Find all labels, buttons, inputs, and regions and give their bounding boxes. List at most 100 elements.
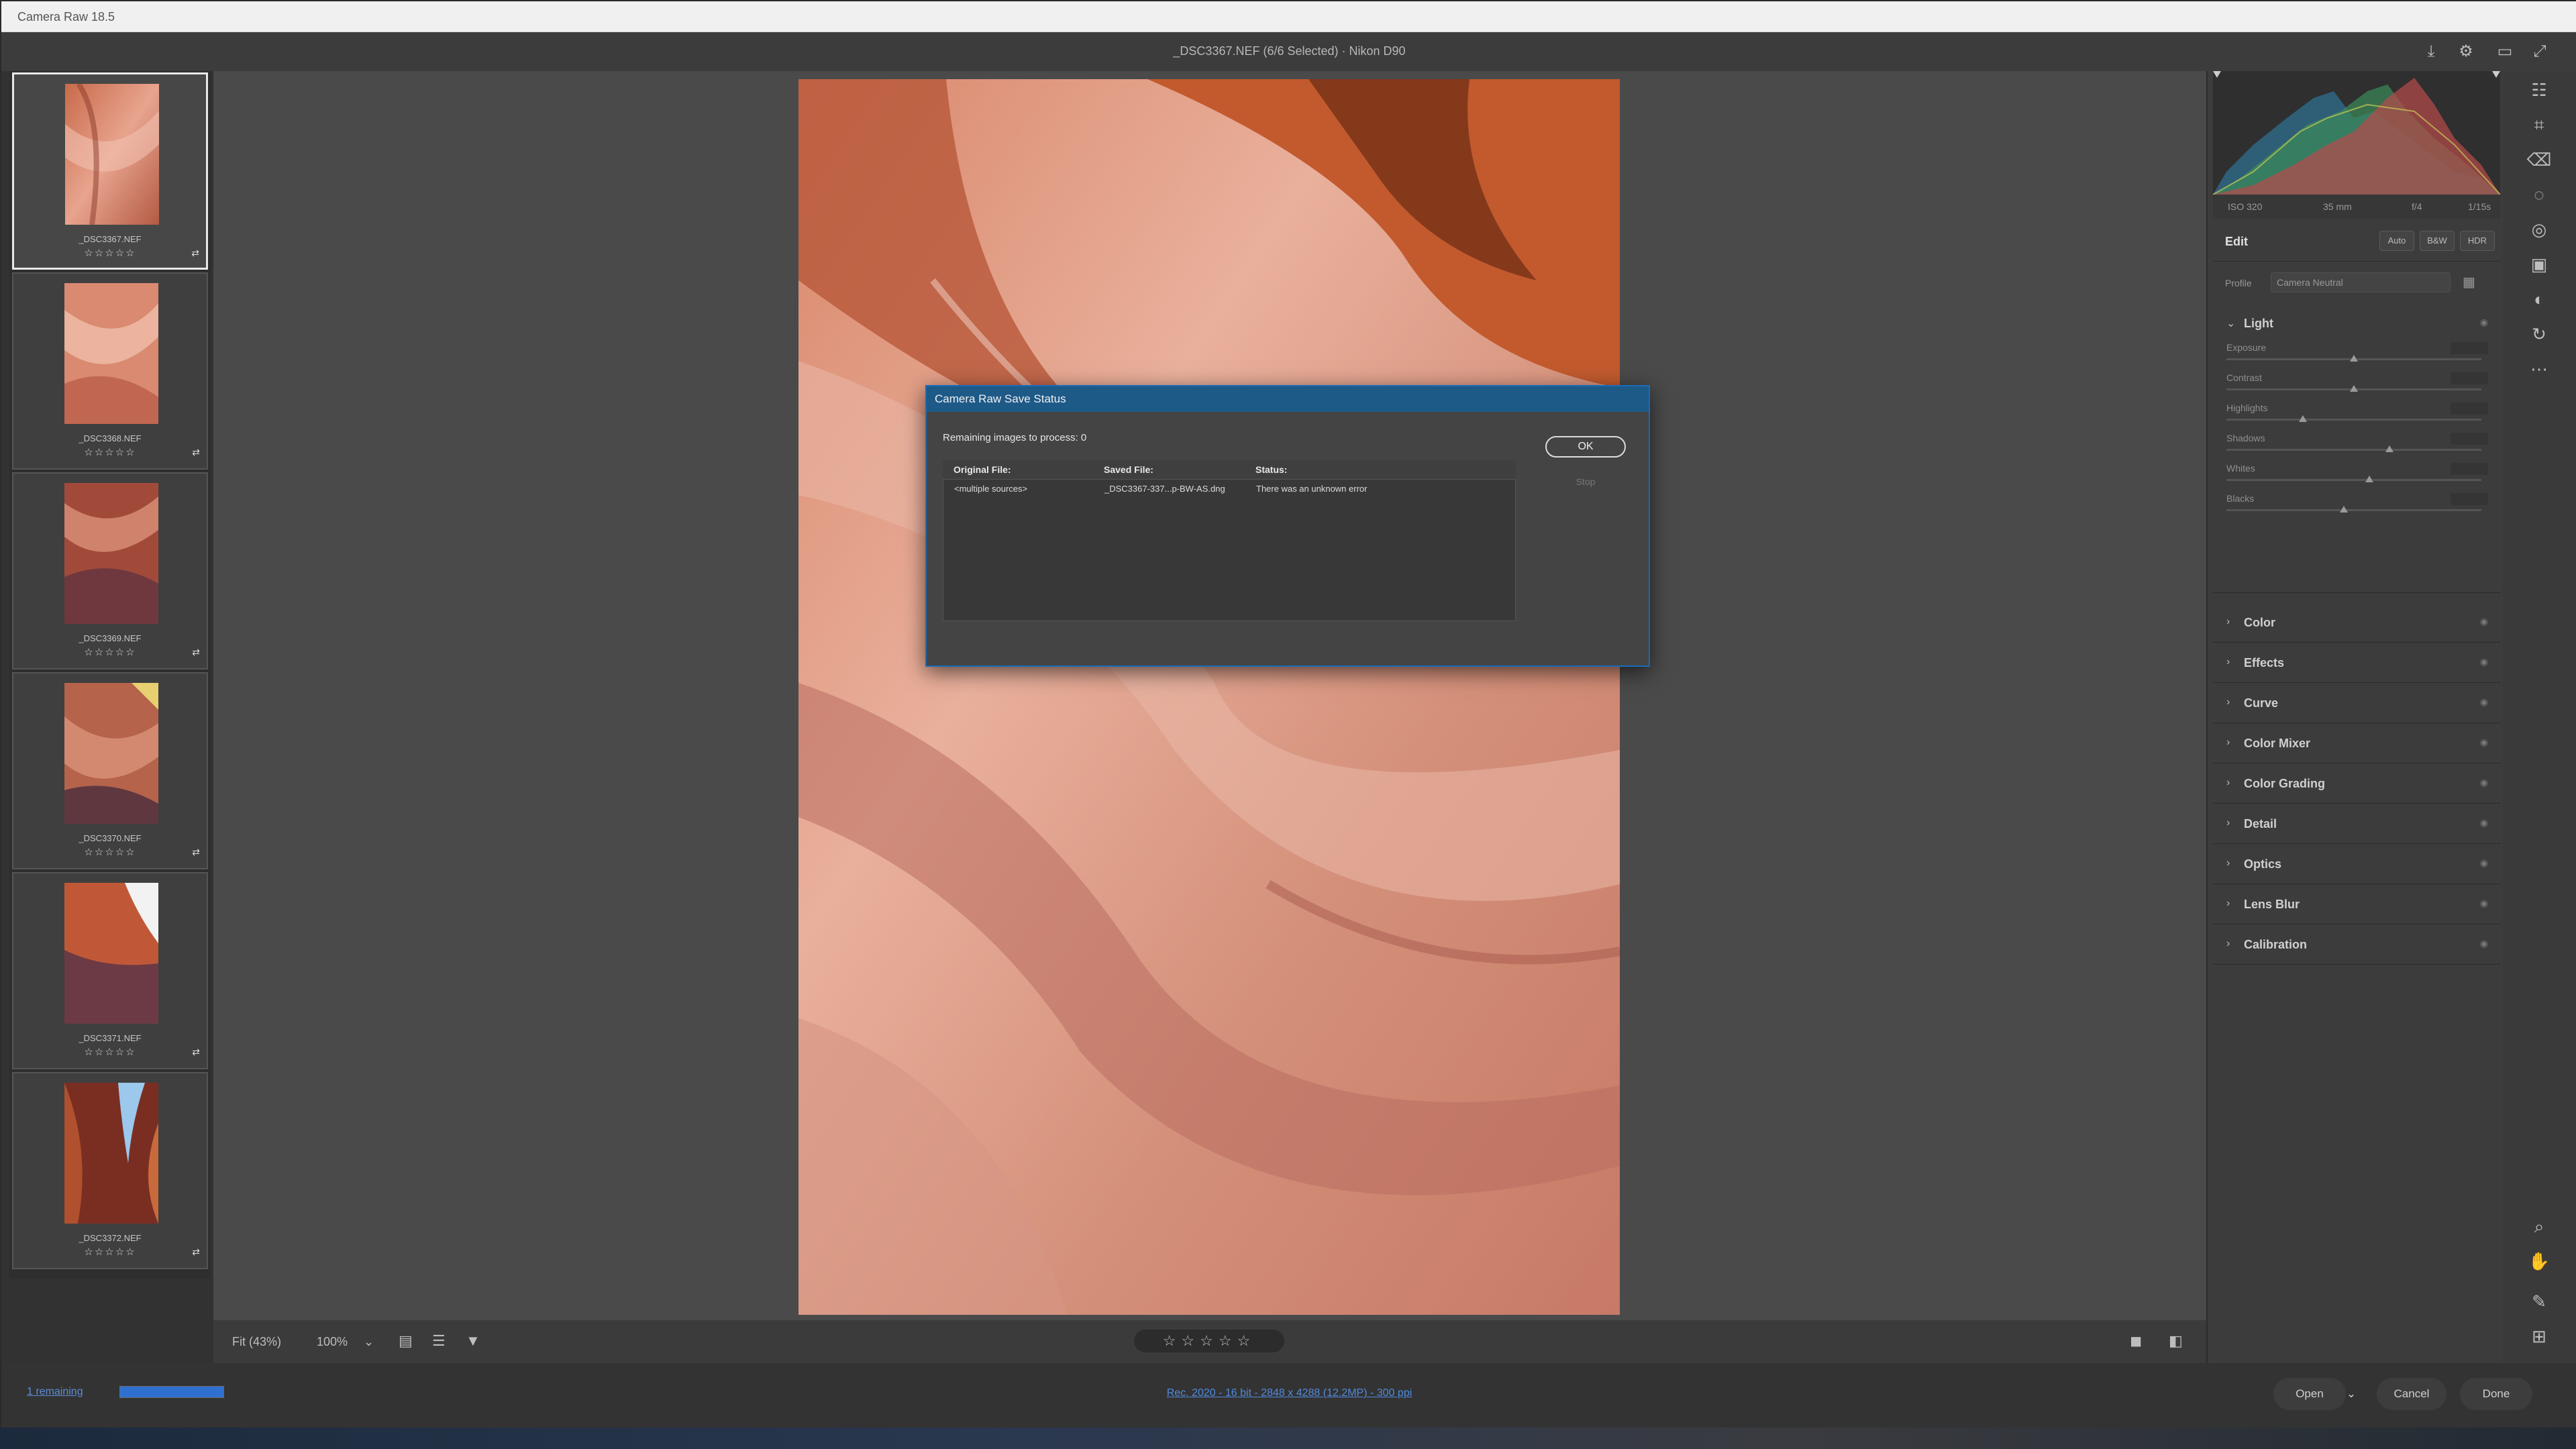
- filmstrip-thumb[interactable]: _DSC3370.NEF ☆☆☆☆☆ ⇄: [12, 672, 208, 869]
- slider-value-field[interactable]: [2451, 372, 2488, 384]
- section-label[interactable]: Optics: [2244, 857, 2281, 871]
- ok-button[interactable]: OK: [1545, 436, 1626, 458]
- section-color-mixer[interactable]: › Color Mixer ◉: [2213, 723, 2500, 763]
- zoom-100-button[interactable]: 100%: [317, 1335, 348, 1349]
- more-icon[interactable]: ⋯: [2524, 354, 2554, 384]
- redeye-icon[interactable]: ◎: [2524, 215, 2554, 244]
- section-label[interactable]: Color Mixer: [2244, 737, 2310, 751]
- slider-track[interactable]: [2226, 509, 2481, 511]
- slider-knob[interactable]: [2385, 445, 2394, 452]
- slider-knob[interactable]: [2350, 355, 2358, 362]
- open-button[interactable]: Open: [2273, 1378, 2346, 1410]
- stop-button[interactable]: Stop: [1545, 471, 1626, 492]
- slider-value-field[interactable]: [2451, 342, 2488, 354]
- profile-browser-icon[interactable]: ▦: [2463, 274, 2475, 290]
- mask-icon[interactable]: ◌: [2524, 180, 2554, 209]
- visibility-icon[interactable]: ◉: [2480, 616, 2488, 627]
- chevron-right-icon[interactable]: ›: [2226, 777, 2230, 789]
- chevron-right-icon[interactable]: ›: [2226, 857, 2230, 869]
- snapshot-icon[interactable]: ◐: [2524, 284, 2554, 314]
- chevron-down-icon[interactable]: ⌄: [2343, 1378, 2359, 1410]
- cancel-button[interactable]: Cancel: [2377, 1378, 2446, 1410]
- slider-track[interactable]: [2226, 479, 2481, 481]
- main-photo[interactable]: [798, 79, 1620, 1315]
- visibility-icon[interactable]: ◉: [2480, 696, 2488, 708]
- section-curve[interactable]: › Curve ◉: [2213, 683, 2500, 723]
- fullscreen-icon[interactable]: ⤢: [2528, 40, 2551, 63]
- rating-stars[interactable]: ☆☆☆☆☆: [1134, 1330, 1284, 1352]
- section-label[interactable]: Color: [2244, 616, 2275, 630]
- section-color[interactable]: › Color ◉: [2213, 602, 2500, 643]
- visibility-icon[interactable]: ◉: [2480, 857, 2488, 869]
- chevron-right-icon[interactable]: ›: [2226, 737, 2230, 749]
- visibility-icon[interactable]: ◉: [2480, 737, 2488, 748]
- slider-highlights[interactable]: Highlights: [2226, 402, 2488, 433]
- section-calibration[interactable]: › Calibration ◉: [2213, 924, 2500, 965]
- section-label[interactable]: Color Grading: [2244, 777, 2325, 791]
- filmstrip-toggle-icon[interactable]: ▤: [399, 1332, 413, 1350]
- thumb-rating[interactable]: ☆☆☆☆☆: [13, 646, 207, 658]
- section-label[interactable]: Light: [2244, 317, 2273, 331]
- slider-track[interactable]: [2226, 449, 2481, 451]
- zoom-icon[interactable]: ⌕: [2524, 1212, 2554, 1241]
- slider-value-field[interactable]: [2451, 433, 2488, 445]
- hand-icon[interactable]: ✋: [2524, 1246, 2554, 1276]
- visibility-icon[interactable]: ◉: [2480, 317, 2488, 328]
- section-label[interactable]: Effects: [2244, 656, 2284, 670]
- filmstrip-thumb[interactable]: _DSC3369.NEF ☆☆☆☆☆ ⇄: [12, 472, 208, 669]
- visibility-icon[interactable]: ◉: [2480, 656, 2488, 667]
- thumb-rating[interactable]: ☆☆☆☆☆: [13, 446, 207, 458]
- before-after-icon[interactable]: ◧: [2169, 1332, 2183, 1350]
- done-button[interactable]: Done: [2460, 1378, 2532, 1410]
- profile-select[interactable]: Camera Neutral: [2271, 272, 2451, 292]
- slider-knob[interactable]: [2365, 476, 2373, 482]
- eyedropper-icon[interactable]: ✎: [2524, 1287, 2554, 1316]
- slider-value-field[interactable]: [2451, 402, 2488, 415]
- presets-icon[interactable]: ▣: [2524, 250, 2554, 279]
- slider-shadows[interactable]: Shadows: [2226, 433, 2488, 463]
- slider-contrast[interactable]: Contrast: [2226, 372, 2488, 402]
- chevron-down-icon[interactable]: ⌄: [2226, 317, 2235, 330]
- crop-icon[interactable]: ⌗: [2524, 110, 2554, 140]
- slider-knob[interactable]: [2339, 506, 2348, 513]
- view-mode-icon[interactable]: ◼: [2130, 1332, 2142, 1350]
- chevron-right-icon[interactable]: ›: [2226, 656, 2230, 668]
- slider-knob[interactable]: [2299, 415, 2307, 422]
- slider-knob[interactable]: [2350, 385, 2358, 392]
- section-label[interactable]: Detail: [2244, 817, 2277, 831]
- section-optics[interactable]: › Optics ◉: [2213, 844, 2500, 884]
- visibility-icon[interactable]: ◉: [2480, 777, 2488, 788]
- chevron-right-icon[interactable]: ›: [2226, 898, 2230, 910]
- gear-icon[interactable]: ⚙: [2455, 40, 2477, 63]
- chevron-down-icon[interactable]: ⌄: [364, 1335, 374, 1349]
- save-icon[interactable]: ⤓: [2420, 40, 2442, 63]
- thumb-rating[interactable]: ☆☆☆☆☆: [13, 846, 207, 858]
- slider-value-field[interactable]: [2451, 463, 2488, 475]
- visibility-icon[interactable]: ◉: [2480, 898, 2488, 909]
- filmstrip-thumb[interactable]: _DSC3367.NEF ☆☆☆☆☆ ⇄: [12, 72, 208, 270]
- slider-track[interactable]: [2226, 419, 2481, 421]
- section-lens-blur[interactable]: › Lens Blur ◉: [2213, 884, 2500, 924]
- section-effects[interactable]: › Effects ◉: [2213, 643, 2500, 683]
- thumb-rating[interactable]: ☆☆☆☆☆: [14, 247, 206, 259]
- history-icon[interactable]: ↻: [2524, 319, 2554, 349]
- workflow-options-link[interactable]: Rec. 2020 - 16 bit - 2848 x 4288 (12.2MP…: [1, 1387, 2576, 1399]
- slider-exposure[interactable]: Exposure: [2226, 342, 2488, 372]
- eraser-icon[interactable]: ⌫: [2524, 145, 2554, 174]
- filmstrip-thumb[interactable]: _DSC3372.NEF ☆☆☆☆☆ ⇄: [12, 1072, 208, 1269]
- grid-icon[interactable]: ⊞: [2524, 1322, 2554, 1351]
- fit-zoom-button[interactable]: Fit (43%): [232, 1335, 281, 1349]
- visibility-icon[interactable]: ◉: [2480, 938, 2488, 949]
- filmstrip-thumb[interactable]: _DSC3368.NEF ☆☆☆☆☆ ⇄: [12, 272, 208, 470]
- sort-icon[interactable]: ☰: [432, 1332, 446, 1350]
- section-color-grading[interactable]: › Color Grading ◉: [2213, 763, 2500, 804]
- chevron-right-icon[interactable]: ›: [2226, 817, 2230, 829]
- hdr-button[interactable]: HDR: [2460, 231, 2495, 251]
- section-detail[interactable]: › Detail ◉: [2213, 804, 2500, 844]
- chevron-right-icon[interactable]: ›: [2226, 696, 2230, 708]
- edit-sliders-icon[interactable]: ☷: [2524, 75, 2554, 105]
- thumb-rating[interactable]: ☆☆☆☆☆: [13, 1046, 207, 1058]
- bw-button[interactable]: B&W: [2420, 231, 2455, 251]
- chevron-right-icon[interactable]: ›: [2226, 616, 2230, 628]
- slider-blacks[interactable]: Blacks: [2226, 493, 2488, 523]
